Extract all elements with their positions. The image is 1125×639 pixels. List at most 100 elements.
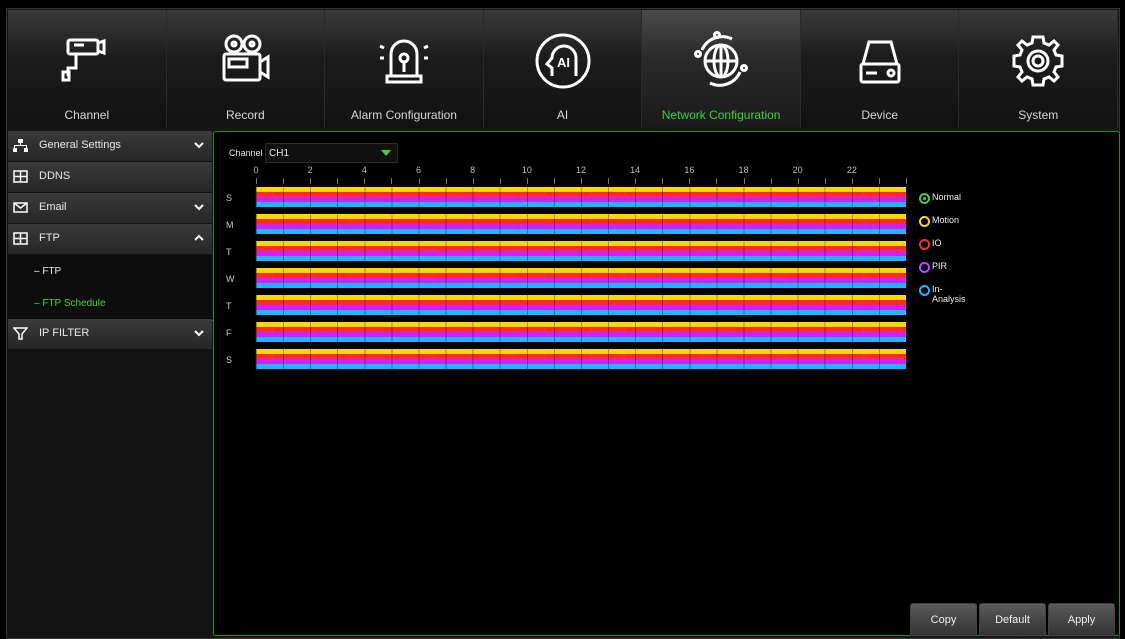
legend-label: Motion xyxy=(932,215,960,225)
hour-tick xyxy=(310,178,312,184)
hour-label: 4 xyxy=(361,165,367,175)
day-label: S xyxy=(226,193,233,203)
sidebar-item-label: DDNS xyxy=(39,170,71,182)
tab-device[interactable]: Device xyxy=(800,10,960,128)
sidebar-item-general-settings[interactable]: General Settings xyxy=(8,131,212,162)
alarm-light-icon xyxy=(379,39,429,84)
hour-tick xyxy=(391,178,393,184)
day-label: T xyxy=(226,301,232,311)
half-hour-gridlines xyxy=(256,322,906,344)
chevron-up-icon xyxy=(194,234,204,241)
hour-label: 18 xyxy=(738,165,749,175)
svg-text:AI: AI xyxy=(557,55,570,70)
gear-icon xyxy=(1012,35,1064,87)
hour-tick xyxy=(418,178,420,184)
day-row[interactable]: T xyxy=(226,241,906,263)
network-icon xyxy=(13,139,28,152)
hour-tick xyxy=(526,178,528,184)
half-hour-gridlines xyxy=(256,295,906,317)
sidebar-item-ddns[interactable]: DDNS xyxy=(8,162,212,193)
channel-select[interactable]: CH1 xyxy=(265,143,398,163)
hour-tick xyxy=(553,178,555,184)
default-button[interactable]: Default xyxy=(979,603,1046,636)
hour-tick xyxy=(608,178,610,184)
tab-channel[interactable]: Channel xyxy=(8,10,167,128)
tab-system[interactable]: System xyxy=(959,10,1119,128)
day-row[interactable]: T xyxy=(226,295,906,317)
chevron-down-icon xyxy=(194,142,204,149)
tab-alarm-configuration[interactable]: Alarm Configuration xyxy=(325,10,484,128)
ddns-icon xyxy=(13,170,28,183)
day-row[interactable]: M xyxy=(226,214,906,236)
hour-tick xyxy=(851,178,853,184)
action-buttons: Copy Default Apply xyxy=(910,603,1117,636)
tab-label: Device xyxy=(861,108,899,122)
day-label: S xyxy=(226,355,233,365)
tab-label: Alarm Configuration xyxy=(350,108,457,122)
ftp-schedule-panel: Channel CH1 0 2 4 6 8 10 12 14 16 18 20 22 S M T W T FS … xyxy=(213,131,1120,636)
globe-network-icon xyxy=(694,31,749,87)
legend-label: In-Analysis xyxy=(932,284,966,304)
radio-icon xyxy=(919,216,930,227)
radio-icon xyxy=(919,262,930,273)
hour-label: 6 xyxy=(415,165,422,175)
apply-button[interactable]: Apply xyxy=(1048,603,1115,636)
hour-tick xyxy=(743,178,745,184)
day-row[interactable]: S xyxy=(226,349,906,371)
day-row[interactable]: S xyxy=(226,187,906,209)
hour-tick xyxy=(283,178,285,184)
tab-label: Network Configuration xyxy=(661,108,781,122)
day-row[interactable]: F xyxy=(226,322,906,344)
hour-tick xyxy=(797,178,799,184)
filter-icon xyxy=(13,327,28,340)
tab-ai[interactable]: AI AI xyxy=(483,10,643,128)
hour-tick xyxy=(256,178,257,184)
hour-tick xyxy=(635,178,637,184)
tab-record[interactable]: Record xyxy=(166,10,326,128)
hour-label: 0 xyxy=(253,165,259,175)
half-hour-gridlines xyxy=(256,349,906,371)
ai-head-icon: AI xyxy=(535,33,591,89)
copy-button[interactable]: Copy xyxy=(910,603,977,636)
sidebar-item-email[interactable]: Email xyxy=(8,193,212,224)
radio-icon xyxy=(919,285,930,296)
half-hour-gridlines xyxy=(256,268,906,290)
hour-tick xyxy=(770,178,772,184)
hour-label: 22 xyxy=(846,165,857,175)
tab-label: Record xyxy=(226,108,265,122)
hour-label: 10 xyxy=(521,165,532,175)
ftp-icon xyxy=(13,232,28,245)
hour-tick xyxy=(499,178,501,184)
sidebar-item-ip-filter[interactable]: IP FILTER xyxy=(8,319,212,350)
dropdown-arrow-icon xyxy=(381,150,391,156)
hour-tick xyxy=(689,178,691,184)
hard-drive-icon xyxy=(859,40,901,84)
radio-icon xyxy=(919,239,930,250)
hour-label: 20 xyxy=(792,165,803,175)
half-hour-gridlines xyxy=(256,241,906,263)
sidebar-item-label: IP FILTER xyxy=(39,327,90,339)
radio-icon xyxy=(919,193,930,204)
legend-label: IO xyxy=(932,238,942,248)
hour-tick xyxy=(906,178,907,184)
legend-label: PIR xyxy=(932,261,948,271)
hour-tick xyxy=(581,178,582,184)
hour-label: 12 xyxy=(575,165,587,175)
half-hour-gridlines xyxy=(256,214,906,236)
sidebar-item-label: Email xyxy=(39,201,67,213)
hour-tick xyxy=(716,178,718,184)
hour-label: 8 xyxy=(470,165,476,175)
camera-icon xyxy=(61,38,106,82)
schedule-grid[interactable]: S M T W T F S xyxy=(226,187,906,377)
hour-label: 16 xyxy=(684,165,695,175)
half-hour-gridlines xyxy=(256,187,906,209)
ftp-group-outline xyxy=(8,258,216,321)
tab-network-configuration[interactable]: Network Configuration xyxy=(642,10,801,128)
sidebar-item-ftp[interactable]: FTP xyxy=(8,224,212,255)
chevron-down-icon xyxy=(194,330,204,337)
sidebar: General Settings DDNS Email FTP – FTP – … xyxy=(8,131,216,635)
day-row[interactable]: W xyxy=(226,268,906,290)
tab-label: System xyxy=(1018,108,1059,122)
channel-label: Channel xyxy=(229,148,263,158)
hour-tick xyxy=(472,178,474,184)
